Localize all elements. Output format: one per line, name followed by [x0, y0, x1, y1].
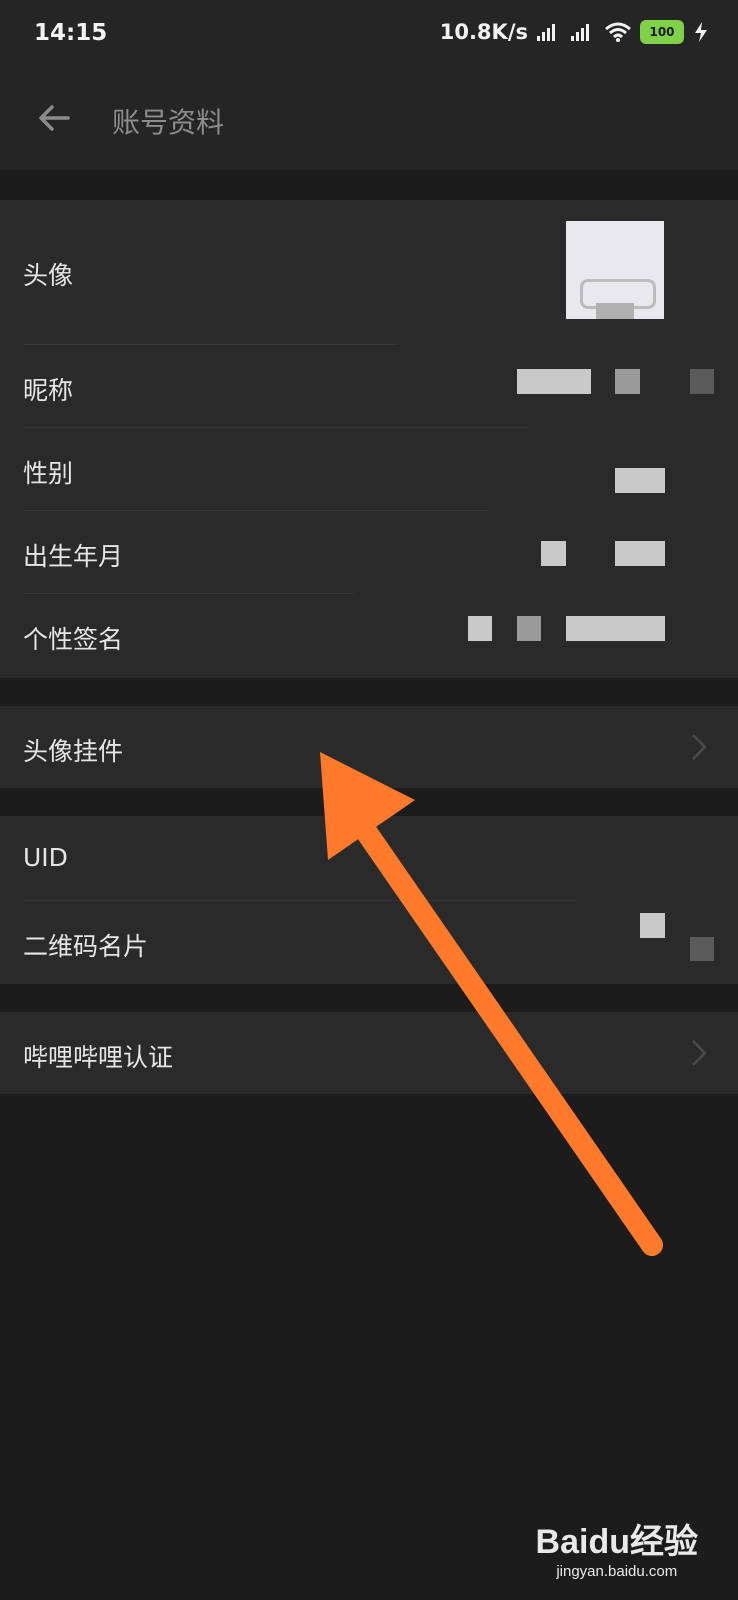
verify-section[interactable]: 哔哩哔哩认证	[0, 1012, 738, 1094]
avatar-image-base	[596, 303, 634, 319]
nickname-label: 昵称	[23, 376, 74, 405]
back-arrow-icon[interactable]	[34, 98, 74, 138]
redacted-nickname-3	[690, 369, 714, 394]
network-speed: 10.8K/s	[439, 20, 528, 44]
signal-icon-2	[571, 24, 589, 41]
chevron-right-icon	[692, 1040, 707, 1066]
redacted-signature-3	[566, 616, 665, 641]
redacted-birth-2	[615, 541, 665, 566]
pendant-label: 头像挂件	[23, 737, 124, 766]
battery-icon: 100	[640, 20, 684, 44]
wifi-icon	[605, 22, 631, 42]
signal-icon	[537, 24, 555, 41]
verify-label: 哔哩哔哩认证	[23, 1043, 174, 1072]
avatar[interactable]	[566, 221, 664, 319]
watermark: Baidu经验 jingyan.baidu.com	[536, 1514, 698, 1580]
uid-row[interactable]: UID	[0, 816, 738, 900]
redacted-signature	[468, 616, 492, 641]
gender-label: 性别	[23, 459, 74, 488]
redacted-signature-2	[517, 616, 541, 641]
redacted-nickname-2	[615, 369, 640, 394]
qrcode-label: 二维码名片	[23, 932, 149, 961]
status-bar: 14:15 10.8K/s 100	[0, 0, 738, 68]
redacted-birth	[541, 541, 566, 566]
signature-label: 个性签名	[23, 625, 124, 654]
redacted-qrcode	[640, 913, 665, 938]
page-title: 账号资料	[112, 106, 225, 139]
chevron-right-icon	[692, 734, 707, 760]
uid-label: UID	[23, 843, 68, 872]
status-time: 14:15	[34, 20, 108, 46]
status-indicators: 10.8K/s 100	[440, 20, 710, 44]
charging-icon	[695, 22, 707, 42]
pendant-section[interactable]: 头像挂件	[0, 706, 738, 788]
redacted-qrcode-2	[690, 937, 714, 961]
toolbar: 账号资料	[0, 68, 738, 170]
watermark-brand: Baidu经验	[535, 1523, 698, 1561]
avatar-label: 头像	[23, 261, 74, 290]
qrcode-row[interactable]: 二维码名片	[0, 901, 738, 984]
birth-label: 出生年月	[23, 542, 124, 571]
redacted-nickname	[517, 369, 591, 394]
watermark-url: jingyan.baidu.com	[556, 1563, 678, 1580]
redacted-gender	[615, 468, 665, 493]
